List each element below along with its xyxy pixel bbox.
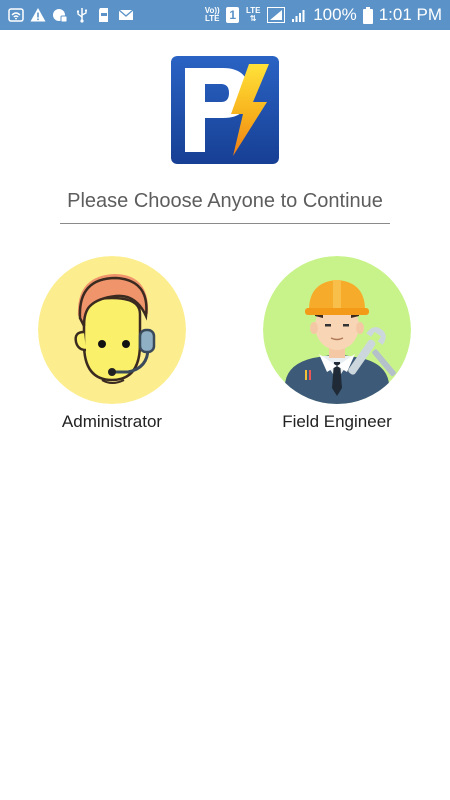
volte-indicator: Vo)) LTE	[204, 7, 220, 23]
app-screen: Vo)) LTE 1 LTE ⇅ 100% 1:01 PM Please Cho…	[0, 0, 450, 800]
administrator-headset-icon	[38, 256, 186, 404]
clock: 1:01 PM	[378, 5, 442, 24]
warning-icon	[30, 7, 46, 23]
field-engineer-option[interactable]: Field Engineer	[247, 256, 427, 432]
wifi-icon	[8, 7, 24, 23]
administrator-avatar[interactable]	[38, 256, 186, 404]
app-logo	[171, 56, 279, 164]
administrator-label[interactable]: Administrator	[22, 412, 202, 432]
sd-card-icon	[96, 7, 112, 23]
status-bar-system: Vo)) LTE 1 LTE ⇅ 100% 1:01 PM	[204, 5, 442, 25]
administrator-option[interactable]: Administrator	[22, 256, 202, 432]
mail-icon	[118, 7, 134, 23]
status-bar-notifications	[8, 7, 134, 23]
sim-number-label: 1	[229, 8, 237, 22]
lte-data-indicator: LTE ⇅	[245, 7, 261, 23]
status-bar: Vo)) LTE 1 LTE ⇅ 100% 1:01 PM	[0, 0, 450, 30]
app-logo-icon	[171, 56, 279, 164]
data-saver-icon	[52, 7, 68, 23]
page-title: Please Choose Anyone to Continue	[67, 190, 383, 212]
signal-strength-sim1-icon	[267, 7, 286, 23]
title-underline	[60, 223, 390, 224]
field-engineer-hardhat-icon	[263, 256, 411, 404]
field-engineer-avatar[interactable]	[263, 256, 411, 404]
field-engineer-label[interactable]: Field Engineer	[247, 412, 427, 432]
data-arrows-icon: ⇅	[249, 14, 257, 23]
signal-strength-sim2-icon	[291, 7, 307, 23]
battery-percentage: 100%	[313, 5, 357, 24]
sim-1-icon: 1	[226, 7, 240, 23]
usb-icon	[74, 7, 90, 23]
battery-icon	[362, 6, 373, 24]
volte-bottom-label: LTE	[204, 14, 220, 23]
